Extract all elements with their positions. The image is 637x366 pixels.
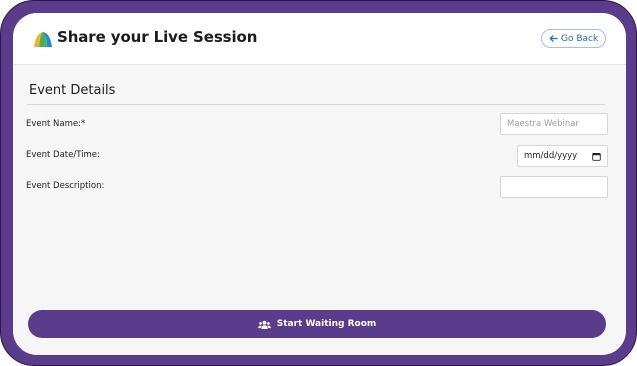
page-title: Share your Live Session [57, 28, 258, 46]
event-datetime-label: Event Date/Time: [26, 150, 100, 160]
event-datetime-input[interactable]: mm/dd/yyyy [517, 145, 608, 167]
section-title: Event Details [29, 83, 116, 98]
calendar-icon[interactable] [592, 152, 601, 161]
main-panel: Share your Live Session Go Back Event De… [13, 13, 626, 355]
header: Share your Live Session Go Back [13, 13, 626, 65]
event-name-label: Event Name:* [26, 119, 86, 129]
start-waiting-room-label: Start Waiting Room [276, 319, 377, 329]
date-placeholder: mm/dd/yyyy [524, 151, 578, 161]
event-description-label: Event Description: [26, 181, 105, 191]
start-waiting-room-button[interactable]: Start Waiting Room [28, 310, 606, 338]
app-logo-icon [34, 32, 52, 47]
go-back-label: Go Back [561, 33, 599, 44]
app-frame: Share your Live Session Go Back Event De… [0, 0, 637, 366]
event-name-input[interactable] [500, 113, 608, 135]
arrow-left-icon [549, 35, 558, 42]
users-icon [257, 320, 271, 329]
event-description-input[interactable] [500, 176, 608, 198]
go-back-button[interactable]: Go Back [541, 29, 607, 48]
divider [27, 104, 605, 105]
